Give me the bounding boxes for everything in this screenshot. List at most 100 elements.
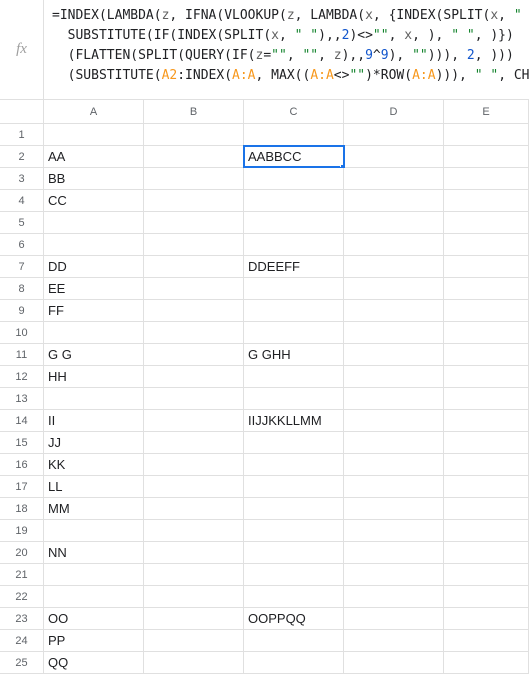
- cell-B3[interactable]: [144, 168, 244, 189]
- cell-A7[interactable]: DD: [44, 256, 144, 277]
- cell-D5[interactable]: [344, 212, 444, 233]
- cell-B9[interactable]: [144, 300, 244, 321]
- cell-D11[interactable]: [344, 344, 444, 365]
- cell-B13[interactable]: [144, 388, 244, 409]
- cell-C23[interactable]: OOPPQQ: [244, 608, 344, 629]
- row-header[interactable]: 23: [0, 608, 44, 629]
- cell-C3[interactable]: [244, 168, 344, 189]
- cell-D1[interactable]: [344, 124, 444, 145]
- cell-A21[interactable]: [44, 564, 144, 585]
- cell-E22[interactable]: [444, 586, 529, 607]
- cell-B14[interactable]: [144, 410, 244, 431]
- cell-A12[interactable]: HH: [44, 366, 144, 387]
- col-header-D[interactable]: D: [344, 100, 444, 123]
- cell-E13[interactable]: [444, 388, 529, 409]
- cell-E14[interactable]: [444, 410, 529, 431]
- cell-A17[interactable]: LL: [44, 476, 144, 497]
- cell-D15[interactable]: [344, 432, 444, 453]
- cell-E17[interactable]: [444, 476, 529, 497]
- cell-C21[interactable]: [244, 564, 344, 585]
- row-header[interactable]: 22: [0, 586, 44, 607]
- cell-C18[interactable]: [244, 498, 344, 519]
- col-header-A[interactable]: A: [44, 100, 144, 123]
- cell-B19[interactable]: [144, 520, 244, 541]
- cell-B23[interactable]: [144, 608, 244, 629]
- cell-A16[interactable]: KK: [44, 454, 144, 475]
- cell-B2[interactable]: [144, 146, 244, 167]
- row-header[interactable]: 5: [0, 212, 44, 233]
- cell-D8[interactable]: [344, 278, 444, 299]
- cell-D9[interactable]: [344, 300, 444, 321]
- cell-E19[interactable]: [444, 520, 529, 541]
- cell-A22[interactable]: [44, 586, 144, 607]
- cell-B10[interactable]: [144, 322, 244, 343]
- cell-A4[interactable]: CC: [44, 190, 144, 211]
- col-header-B[interactable]: B: [144, 100, 244, 123]
- cell-A23[interactable]: OO: [44, 608, 144, 629]
- row-header[interactable]: 20: [0, 542, 44, 563]
- cell-E3[interactable]: [444, 168, 529, 189]
- row-header[interactable]: 13: [0, 388, 44, 409]
- cell-C17[interactable]: [244, 476, 344, 497]
- cell-E8[interactable]: [444, 278, 529, 299]
- cell-D23[interactable]: [344, 608, 444, 629]
- cell-C22[interactable]: [244, 586, 344, 607]
- cell-A11[interactable]: G G: [44, 344, 144, 365]
- cell-B8[interactable]: [144, 278, 244, 299]
- cell-A5[interactable]: [44, 212, 144, 233]
- cell-A9[interactable]: FF: [44, 300, 144, 321]
- cell-C16[interactable]: [244, 454, 344, 475]
- cell-D14[interactable]: [344, 410, 444, 431]
- cell-C7[interactable]: DDEEFF: [244, 256, 344, 277]
- cell-E7[interactable]: [444, 256, 529, 277]
- cell-D4[interactable]: [344, 190, 444, 211]
- cell-C5[interactable]: [244, 212, 344, 233]
- cell-D22[interactable]: [344, 586, 444, 607]
- cell-E21[interactable]: [444, 564, 529, 585]
- cell-B7[interactable]: [144, 256, 244, 277]
- cell-A25[interactable]: QQ: [44, 652, 144, 673]
- cell-E16[interactable]: [444, 454, 529, 475]
- cell-C10[interactable]: [244, 322, 344, 343]
- cell-C1[interactable]: [244, 124, 344, 145]
- row-header[interactable]: 3: [0, 168, 44, 189]
- cell-C9[interactable]: [244, 300, 344, 321]
- cell-A24[interactable]: PP: [44, 630, 144, 651]
- cell-C6[interactable]: [244, 234, 344, 255]
- row-header[interactable]: 15: [0, 432, 44, 453]
- cell-A19[interactable]: [44, 520, 144, 541]
- cell-B5[interactable]: [144, 212, 244, 233]
- cell-A14[interactable]: II: [44, 410, 144, 431]
- cell-E5[interactable]: [444, 212, 529, 233]
- cell-C20[interactable]: [244, 542, 344, 563]
- cell-B21[interactable]: [144, 564, 244, 585]
- cell-B11[interactable]: [144, 344, 244, 365]
- cell-C15[interactable]: [244, 432, 344, 453]
- cell-E1[interactable]: [444, 124, 529, 145]
- cell-B1[interactable]: [144, 124, 244, 145]
- cell-D19[interactable]: [344, 520, 444, 541]
- select-all-corner[interactable]: [0, 100, 44, 123]
- cell-C2[interactable]: AABBCC: [244, 146, 344, 167]
- row-header[interactable]: 10: [0, 322, 44, 343]
- cell-E15[interactable]: [444, 432, 529, 453]
- cell-D24[interactable]: [344, 630, 444, 651]
- cell-A2[interactable]: AA: [44, 146, 144, 167]
- cell-D6[interactable]: [344, 234, 444, 255]
- row-header[interactable]: 17: [0, 476, 44, 497]
- cell-D16[interactable]: [344, 454, 444, 475]
- cell-D25[interactable]: [344, 652, 444, 673]
- cell-A8[interactable]: EE: [44, 278, 144, 299]
- row-header[interactable]: 4: [0, 190, 44, 211]
- row-header[interactable]: 8: [0, 278, 44, 299]
- cell-E4[interactable]: [444, 190, 529, 211]
- cell-D18[interactable]: [344, 498, 444, 519]
- cell-C8[interactable]: [244, 278, 344, 299]
- cell-B15[interactable]: [144, 432, 244, 453]
- cell-B24[interactable]: [144, 630, 244, 651]
- cell-C24[interactable]: [244, 630, 344, 651]
- cell-A1[interactable]: [44, 124, 144, 145]
- cell-E24[interactable]: [444, 630, 529, 651]
- cell-C11[interactable]: G GHH: [244, 344, 344, 365]
- cell-E12[interactable]: [444, 366, 529, 387]
